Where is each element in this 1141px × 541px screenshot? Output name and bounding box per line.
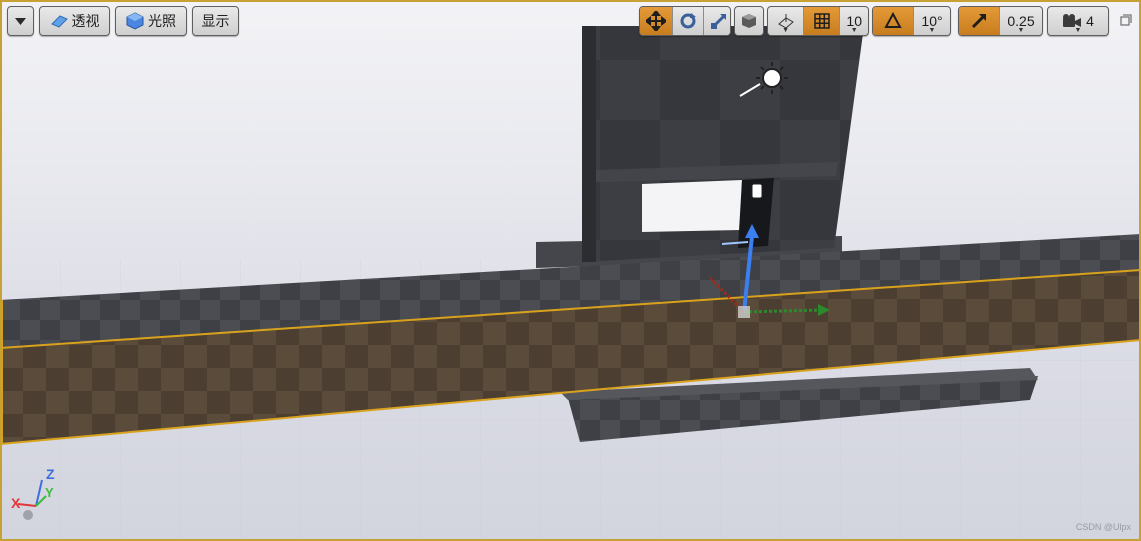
grid-icon bbox=[814, 13, 830, 29]
viewport-options-button[interactable] bbox=[7, 6, 34, 36]
lighting-label: 光照 bbox=[148, 13, 176, 29]
camera-speed-value: 4 bbox=[1086, 13, 1094, 29]
grid-snap-value-dropdown[interactable]: 10 ▼ bbox=[839, 7, 868, 35]
translate-mode-button[interactable] bbox=[640, 7, 672, 35]
rotate-icon bbox=[680, 13, 696, 29]
axis-y-label: Y bbox=[45, 485, 54, 500]
perspective-button[interactable]: 透视 bbox=[39, 6, 110, 36]
watermark: CSDN @Ulpx bbox=[1075, 522, 1131, 532]
player-start-icon[interactable] bbox=[751, 183, 763, 199]
rotation-snap-toggle[interactable] bbox=[873, 7, 913, 35]
camera-speed-button[interactable]: 4 ▼ bbox=[1047, 6, 1109, 36]
world-cube-icon bbox=[742, 14, 756, 28]
scale-icon bbox=[711, 13, 727, 29]
wall-window bbox=[642, 180, 742, 232]
scale-snap-group: 0.25 ▼ bbox=[958, 6, 1043, 36]
scale-snap-value-dropdown[interactable]: 0.25 ▼ bbox=[999, 7, 1042, 35]
angle-icon bbox=[884, 12, 902, 28]
axis-z-label: Z bbox=[46, 466, 55, 482]
scene-3d bbox=[0, 26, 1141, 541]
coordinate-system-button[interactable] bbox=[734, 6, 764, 36]
transform-mode-group bbox=[639, 6, 731, 36]
move-icon bbox=[646, 11, 666, 31]
scale-snap-icon bbox=[971, 13, 987, 29]
perspective-icon bbox=[50, 15, 68, 28]
perspective-label: 透视 bbox=[71, 13, 100, 29]
show-button[interactable]: 显示 bbox=[192, 6, 239, 36]
dropdown-caret-icon bbox=[15, 17, 26, 25]
maximize-viewport-icon[interactable] bbox=[1120, 14, 1132, 26]
axis-indicator: Z Y X bbox=[8, 466, 58, 524]
show-label: 显示 bbox=[201, 13, 230, 29]
surface-snap-button[interactable]: ▼ bbox=[768, 7, 803, 35]
scale-mode-button[interactable] bbox=[703, 7, 730, 35]
scale-snap-toggle[interactable] bbox=[959, 7, 999, 35]
grid-snap-group: ▼ 10 ▼ bbox=[767, 6, 869, 36]
rotation-snap-value-dropdown[interactable]: 10° ▼ bbox=[913, 7, 950, 35]
lit-mode-icon bbox=[126, 12, 144, 30]
rotation-snap-group: 10° ▼ bbox=[872, 6, 951, 36]
level-viewport[interactable]: 透视 光照 显示 ▼ 10 ▼ 10° ▼ 0.25 ▼ 4 ▼ Z Y X C… bbox=[0, 0, 1141, 541]
axis-x-label: X bbox=[11, 495, 21, 511]
lighting-button[interactable]: 光照 bbox=[115, 6, 187, 36]
rotate-mode-button[interactable] bbox=[672, 7, 703, 35]
grid-snap-toggle[interactable] bbox=[803, 7, 840, 35]
